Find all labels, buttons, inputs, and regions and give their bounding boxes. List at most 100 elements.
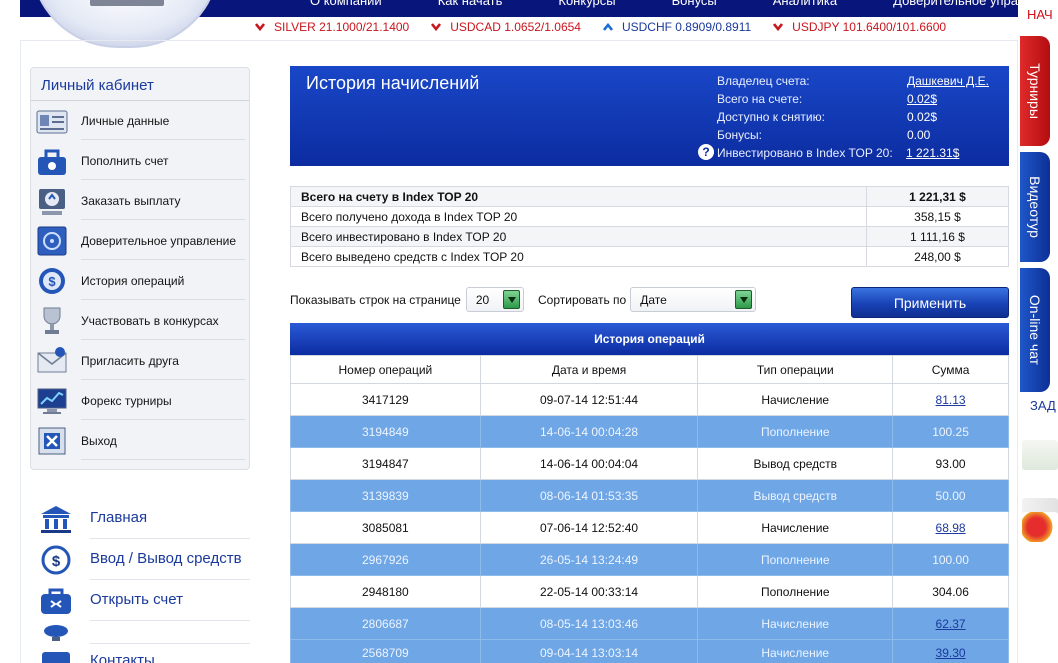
select-value: Дате <box>640 293 667 307</box>
operation-id: 3417129 <box>290 383 481 416</box>
payout-icon <box>39 189 65 215</box>
side-tab-label: Видеотур <box>1027 176 1043 238</box>
summary-label: Всего инвестировано в Index TOP 20 <box>290 226 867 247</box>
amount-link[interactable]: 81.13 <box>936 393 966 407</box>
info-label: Инвестировано в Index TOP 20: <box>717 146 893 160</box>
apply-button[interactable]: Применить <box>851 287 1009 318</box>
operation-type: Пополнение <box>697 415 894 448</box>
nav-deposit-withdraw[interactable]: $ Ввод / Вывод средств <box>38 540 250 580</box>
cabinet-item-contests[interactable]: Участвовать в конкурсах <box>35 301 245 341</box>
mastercard-logo <box>1022 512 1058 542</box>
ticker-item-usdcad[interactable]: USDCAD 1.0652/1.0654 <box>431 20 581 34</box>
cabinet-item-label: Выход <box>81 422 245 460</box>
top-menu-item[interactable]: Конкурсы <box>558 0 615 8</box>
sort-select[interactable]: Дате <box>630 287 757 312</box>
operation-type: Вывод средств <box>697 479 894 512</box>
invested-row: Инвестировано в Index TOP 20: 1 221.31$ <box>717 146 959 160</box>
info-label: Владелец счета: <box>717 74 810 88</box>
id-card-icon <box>36 110 68 134</box>
column-header[interactable]: Тип операции <box>697 355 894 384</box>
ticker-text: USDCHF 0.8909/0.8911 <box>621 20 752 34</box>
top-menu-item[interactable]: Бонусы <box>672 0 717 8</box>
bonus-row: Бонусы: 0.00 <box>717 128 930 142</box>
operation-type: Пополнение <box>697 543 894 576</box>
table-row: 2948180 22-05-14 00:33:14 Пополнение 304… <box>290 575 1009 608</box>
frame-line-right <box>1017 40 1018 663</box>
table-row: 2806687 08-05-14 13:03:46 Начисление 62.… <box>290 607 1009 640</box>
cabinet-item-deposit[interactable]: Пополнить счет <box>35 141 245 181</box>
cabinet-item-label: Заказать выплату <box>81 182 245 220</box>
cabinet-item-label: Участвовать в конкурсах <box>81 302 245 340</box>
table-row: 3139839 08-06-14 01:53:35 Вывод средств … <box>290 479 1009 512</box>
top-menu-item[interactable]: О компании <box>310 0 382 8</box>
side-link-top[interactable]: НАЧ <box>1027 7 1053 22</box>
cabinet-item-personal-data[interactable]: Личные данные <box>35 101 245 141</box>
side-tab-tournaments[interactable]: Турниры <box>1020 36 1050 146</box>
cabinet-item-payout[interactable]: Заказать выплату <box>35 181 245 221</box>
operation-id: 2967926 <box>290 543 481 576</box>
nav-home[interactable]: Главная <box>38 499 250 539</box>
ticker-item-silver[interactable]: SILVER 21.1000/21.1400 <box>255 20 409 34</box>
column-header[interactable]: Дата и время <box>479 355 699 384</box>
column-header[interactable]: Сумма <box>892 355 1009 384</box>
cabinet-item-forex-tournaments[interactable]: Форекс турниры <box>35 381 245 421</box>
operation-id: 3194847 <box>290 447 481 480</box>
cabinet-item-label: Форекс турниры <box>81 382 245 420</box>
arrow-down-icon <box>431 23 442 31</box>
operation-amount: 39.30 <box>892 639 1009 663</box>
amount-link[interactable]: 62.37 <box>936 617 966 631</box>
operation-id: 3085081 <box>290 511 481 544</box>
cabinet-item-logout[interactable]: Выход <box>35 421 245 461</box>
operation-amount: 62.37 <box>892 607 1009 640</box>
divider <box>20 40 1018 41</box>
operation-amount: 68.98 <box>892 511 1009 544</box>
operation-amount: 304.06 <box>892 575 1009 608</box>
invested-link[interactable]: 1 221.31$ <box>906 146 959 160</box>
nav-open-account[interactable]: Открыть счет <box>38 581 250 621</box>
operations-title: История операций <box>290 323 1009 355</box>
ticker-item-usdchf[interactable]: USDCHF 0.8909/0.8911 <box>602 20 752 34</box>
operation-type: Начисление <box>697 383 894 416</box>
payment-logo <box>1022 440 1058 470</box>
ticker-text: SILVER 21.1000/21.1400 <box>274 20 410 34</box>
nav-globe[interactable] <box>38 622 250 644</box>
cabinet-item-history[interactable]: $ История операций <box>35 261 245 301</box>
cabinet-item-label: Личные данные <box>81 102 245 140</box>
dollar-arrows-icon: $ <box>41 545 71 575</box>
operation-date: 09-04-14 13:03:14 <box>479 639 699 663</box>
operation-id: 3139839 <box>290 479 481 512</box>
envelope-icon <box>37 347 67 373</box>
rows-per-page-label: Показывать строк на странице <box>290 292 461 307</box>
operation-date: 09-07-14 12:51:44 <box>479 383 699 416</box>
ticker-text: USDJPY 101.6400/101.6600 <box>792 20 947 34</box>
logo-mark <box>90 0 164 6</box>
chevron-down-icon[interactable] <box>502 290 520 309</box>
side-tab-online-chat[interactable]: On-line чат <box>1020 268 1050 392</box>
top-menu-item[interactable]: Как начать <box>438 0 503 8</box>
amount-link[interactable]: 39.30 <box>936 646 966 660</box>
nav-contacts[interactable]: Контакты <box>38 648 250 663</box>
side-tab-videotour[interactable]: Видеотур <box>1020 152 1050 262</box>
rows-per-page-select[interactable]: 20 <box>465 287 524 312</box>
contacts-icon <box>42 652 70 663</box>
ticker-item-usdjpy[interactable]: USDJPY 101.6400/101.6600 <box>773 20 946 34</box>
table-row: 3194847 14-06-14 00:04:04 Вывод средств … <box>290 447 1009 480</box>
account-owner-link[interactable]: Дашкевич Д.Е. <box>907 74 989 88</box>
operation-type: Пополнение <box>697 575 894 608</box>
cabinet-item-trust-management[interactable]: Доверительное управление <box>35 221 245 261</box>
exit-icon <box>38 427 66 455</box>
quotes-ticker: SILVER 21.1000/21.1400 USDCAD 1.0652/1.0… <box>255 19 968 35</box>
side-link-bottom[interactable]: ЗАД <box>1030 398 1056 413</box>
help-icon[interactable]: ? <box>698 144 714 160</box>
chevron-down-icon[interactable] <box>735 290 753 309</box>
operation-amount: 93.00 <box>892 447 1009 480</box>
frame-line-left <box>20 40 21 663</box>
trophy-icon <box>43 307 61 334</box>
cabinet-item-invite-friend[interactable]: Пригласить друга <box>35 341 245 381</box>
account-total-link[interactable]: 0.02$ <box>907 92 937 106</box>
select-value: 20 <box>475 293 490 307</box>
top-menu-item[interactable]: Аналитика <box>773 0 837 8</box>
amount-link[interactable]: 68.98 <box>936 521 966 535</box>
nav-label: Ввод / Вывод средств <box>90 540 250 580</box>
column-header[interactable]: Номер операций <box>290 355 481 384</box>
